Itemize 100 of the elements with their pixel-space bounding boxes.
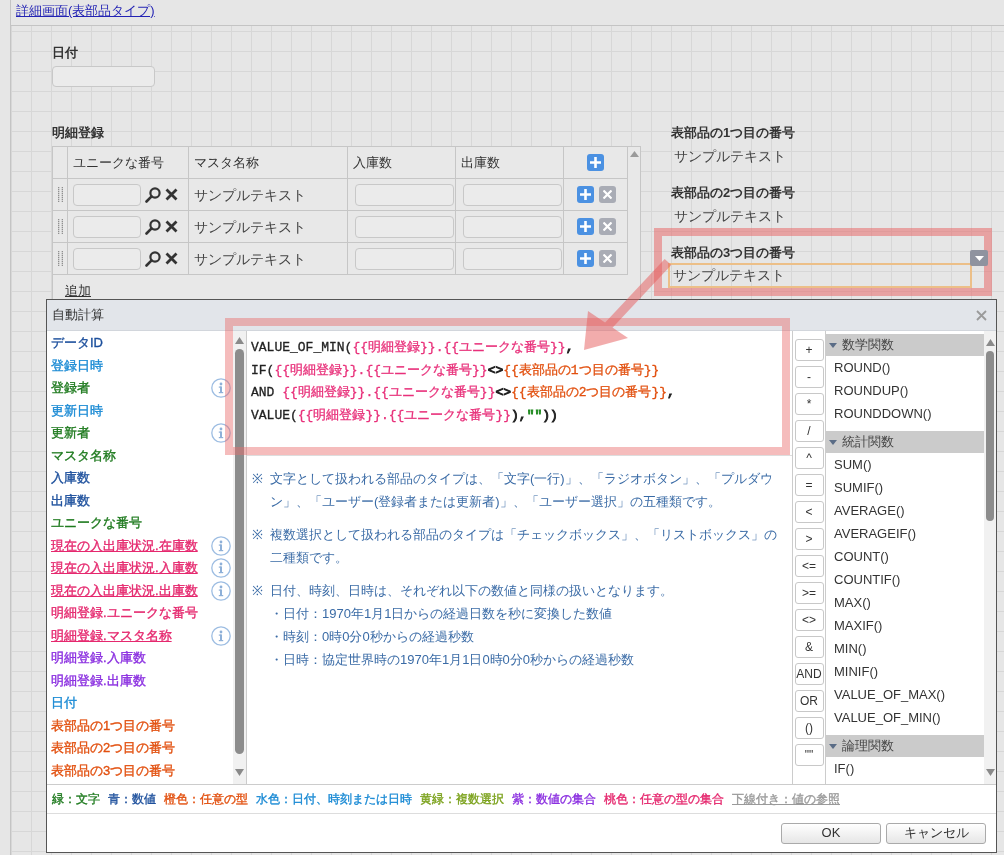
scroll-up-icon[interactable]: [629, 151, 639, 157]
drag-handle-icon[interactable]: [57, 219, 63, 234]
stock-in-input[interactable]: [355, 183, 454, 206]
stock-in-input[interactable]: [355, 247, 454, 270]
delete-row-button[interactable]: [599, 250, 616, 267]
scrollbar-thumb[interactable]: [986, 351, 994, 521]
function-item[interactable]: AVERAGEIF(): [834, 525, 917, 542]
operator-button[interactable]: +: [794, 339, 824, 361]
field-list-item[interactable]: 日付: [51, 695, 77, 712]
operator-button[interactable]: >=: [794, 582, 824, 604]
function-item[interactable]: SUMIF(): [834, 479, 884, 496]
search-icon[interactable]: [145, 250, 161, 267]
scroll-down-icon[interactable]: [985, 769, 995, 776]
info-icon[interactable]: [211, 535, 231, 556]
operator-button[interactable]: ^: [794, 447, 824, 469]
caret-down-icon[interactable]: [829, 439, 837, 445]
operator-button[interactable]: /: [794, 420, 824, 442]
function-item[interactable]: ROUND(): [834, 359, 891, 376]
function-group-header[interactable]: 論理関数: [826, 735, 984, 757]
breadcrumb-link[interactable]: 詳細画面(表部品タイプ): [16, 3, 155, 19]
unique-number-input[interactable]: [73, 215, 141, 238]
field-list-item[interactable]: 表部品の3つ目の番号: [51, 762, 176, 779]
field-list-item[interactable]: 現在の入出庫状況.在庫数: [51, 537, 198, 554]
function-item[interactable]: VALUE_OF_MIN(): [834, 709, 941, 726]
field-list-item[interactable]: 表部品の2つ目の番号: [51, 740, 176, 757]
stock-out-input[interactable]: [463, 215, 562, 238]
field-list-item[interactable]: 入庫数: [51, 470, 90, 487]
function-group-header[interactable]: 数学関数: [826, 334, 984, 356]
delete-row-button[interactable]: [599, 186, 616, 203]
function-item[interactable]: ROUNDUP(): [834, 382, 909, 399]
function-item[interactable]: MIN(): [834, 640, 867, 657]
add-row-button[interactable]: [587, 154, 604, 171]
function-item[interactable]: ROUNDDOWN(): [834, 405, 932, 422]
field-list-item[interactable]: 表部品の1つ目の番号: [51, 717, 176, 734]
search-icon[interactable]: [145, 186, 161, 203]
scroll-up-icon[interactable]: [985, 339, 995, 346]
add-row-button[interactable]: [577, 186, 594, 203]
formula-editor[interactable]: VALUE_OF_MIN({{明細登録}}.{{ユニークな番号}}, IF({{明細登録}}.{{ユニークな番号}}<>{{表部品の1つ目の番号}} AND {{明細登録}}.{{ユニークな番号}}<>{{表部品の2つ目の番号}}, VALUE({{明細登録}}.{{ユニークな番号}}),"")): [247, 331, 792, 456]
date-input[interactable]: [52, 66, 155, 87]
field-list-item[interactable]: データID: [51, 335, 103, 352]
field-list-item[interactable]: 登録者: [51, 380, 90, 397]
function-item[interactable]: AVERAGE(): [834, 502, 905, 519]
function-item[interactable]: MAXIF(): [834, 617, 883, 634]
stock-out-input[interactable]: [463, 247, 562, 270]
close-button[interactable]: [976, 309, 987, 321]
field-list-item[interactable]: 更新者: [51, 425, 90, 442]
function-item[interactable]: SUM(): [834, 456, 872, 473]
field-list-item[interactable]: 更新日時: [51, 402, 103, 419]
add-row-button[interactable]: [577, 250, 594, 267]
operator-button[interactable]: *: [794, 393, 824, 415]
field-list-item[interactable]: 明細登録.入庫数: [51, 650, 146, 667]
add-row-button[interactable]: [577, 218, 594, 235]
dialog-button[interactable]: キャンセル: [886, 822, 986, 844]
dialog-button[interactable]: OK: [781, 822, 881, 844]
unique-number-input[interactable]: [73, 247, 141, 270]
caret-down-icon[interactable]: [829, 743, 837, 749]
field-list-item[interactable]: 明細登録.出庫数: [51, 672, 146, 689]
cross-icon[interactable]: [165, 188, 178, 201]
scrollbar-thumb[interactable]: [235, 349, 244, 754]
function-item[interactable]: MAX(): [834, 594, 871, 611]
operator-button[interactable]: "": [794, 744, 824, 766]
field-menu-button[interactable]: [970, 250, 988, 266]
scroll-down-icon[interactable]: [235, 769, 244, 776]
field-list-item[interactable]: ユニークな番号: [51, 515, 142, 532]
operator-button[interactable]: (): [794, 717, 824, 739]
info-icon[interactable]: [211, 580, 231, 601]
drag-handle-icon[interactable]: [57, 187, 63, 202]
operator-button[interactable]: >: [794, 528, 824, 550]
stock-out-input[interactable]: [463, 183, 562, 206]
field-list-item[interactable]: マスタ名称: [51, 447, 116, 464]
caret-down-icon[interactable]: [829, 342, 837, 348]
operator-button[interactable]: &: [794, 636, 824, 658]
info-icon[interactable]: [211, 625, 231, 646]
cross-icon[interactable]: [165, 252, 178, 265]
operator-button[interactable]: =: [794, 474, 824, 496]
operator-button[interactable]: OR: [794, 690, 824, 712]
field-list-item[interactable]: 登録日時: [51, 357, 103, 374]
add-link[interactable]: 追加: [65, 283, 91, 298]
scroll-up-icon[interactable]: [235, 337, 244, 344]
drag-handle-icon[interactable]: [57, 251, 63, 266]
function-item[interactable]: COUNT(): [834, 548, 889, 565]
operator-button[interactable]: -: [794, 366, 824, 388]
function-group-header[interactable]: 統計関数: [826, 431, 984, 453]
function-item[interactable]: VALUE_OF_MAX(): [834, 686, 945, 703]
stock-in-input[interactable]: [355, 215, 454, 238]
function-item[interactable]: COUNTIF(): [834, 571, 901, 588]
operator-button[interactable]: <: [794, 501, 824, 523]
function-item[interactable]: IF(): [834, 760, 855, 777]
unique-number-input[interactable]: [73, 183, 141, 206]
field-list-item[interactable]: 現在の入出庫状況.出庫数: [51, 582, 198, 599]
field-list-item[interactable]: 明細登録.ユニークな番号: [51, 605, 198, 622]
operator-button[interactable]: <=: [794, 555, 824, 577]
operator-button[interactable]: AND: [794, 663, 824, 685]
field-list-item[interactable]: 現在の入出庫状況.入庫数: [51, 560, 198, 577]
cross-icon[interactable]: [165, 220, 178, 233]
field-list-item[interactable]: 出庫数: [51, 492, 90, 509]
function-item[interactable]: MINIF(): [834, 663, 879, 680]
search-icon[interactable]: [145, 218, 161, 235]
operator-button[interactable]: <>: [794, 609, 824, 631]
field-list-item[interactable]: 明細登録.マスタ名称: [51, 627, 172, 644]
